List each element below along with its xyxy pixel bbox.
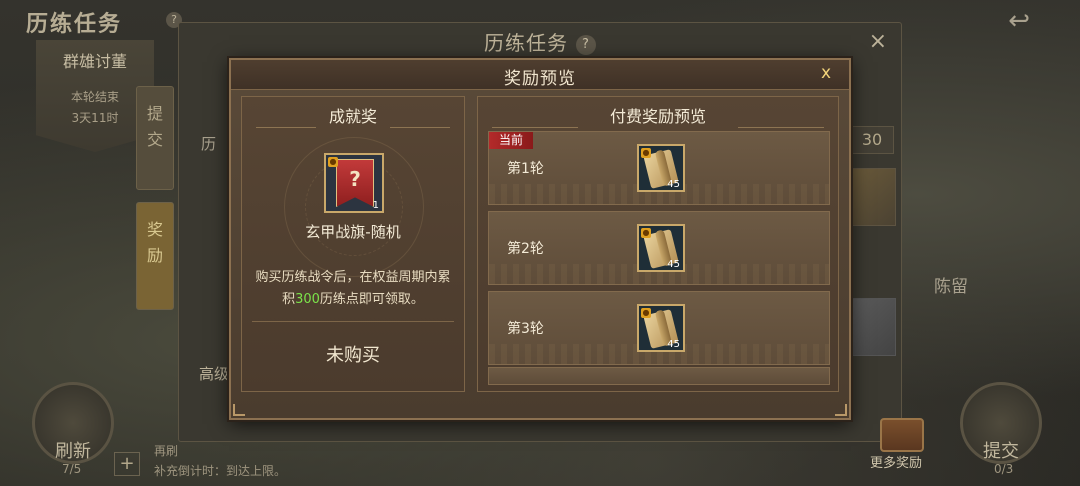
item-quantity: 45 [667, 339, 680, 350]
modal-title: 奖励预览 [504, 69, 576, 89]
refresh-button[interactable]: 刷新 [32, 382, 114, 464]
user-badge-icon: ● [641, 148, 651, 158]
add-refresh-button[interactable]: + [114, 452, 140, 476]
item-quantity: 45 [667, 259, 680, 270]
replenish-countdown: 补充倒计时：到达上限。 [154, 464, 287, 478]
list-item-label-partial: 高级 [199, 365, 230, 383]
frame-corner [233, 404, 245, 416]
reward-scroll-icon [850, 298, 896, 356]
paid-reward-pane: 付费奖励预览 当前 第1轮 ● 45 第2轮 ● 45 第3轮 ● 45 [477, 96, 839, 392]
round-label: 第1轮 [507, 161, 544, 177]
tab-submit[interactable]: 提 交 [136, 86, 174, 190]
list-item: 第3轮 ● 45 [488, 291, 830, 365]
user-badge-icon: ● [641, 308, 651, 318]
divider [738, 127, 824, 128]
panel-title-text: 历练任务 [484, 31, 568, 55]
achievement-reward-pane: 成就奖 ? ● 1 玄甲战旗-随机 购买历练战令后，在权益周期内累积300历练点… [241, 96, 465, 392]
submit-count: 0/3 [994, 462, 1014, 476]
current-round-badge: 当前 [489, 132, 533, 149]
reward-description: 购买历练战令后，在权益周期内累积300历练点即可领取。 [254, 267, 452, 311]
list-item: 当前 第1轮 ● 45 [488, 131, 830, 205]
divider [252, 321, 454, 322]
more-rewards-link[interactable]: 更多奖励 [870, 452, 922, 471]
list-label-partial: 历 [201, 135, 217, 153]
panel-close-icon[interactable]: × [869, 29, 887, 54]
question-mark-icon: ? [349, 167, 361, 191]
frame-corner [835, 404, 847, 416]
list-item: 第2轮 ● 45 [488, 211, 830, 285]
reward-scroll-icon [850, 168, 896, 226]
event-title: 群雄讨董 [62, 52, 127, 71]
refresh-label: 刷新 [55, 441, 91, 462]
scroll-reward-icon[interactable]: ● 45 [637, 144, 685, 192]
treasure-chest-icon[interactable] [880, 418, 924, 452]
modal-header: 奖励预览 x [231, 60, 849, 90]
refresh-hint: 再刷 [154, 444, 179, 458]
scroll-reward-icon[interactable]: ● 45 [637, 224, 685, 272]
scroll-reward-icon[interactable]: ● 45 [637, 304, 685, 352]
desc-suffix: 历练点即可领取。 [319, 292, 424, 307]
achievement-heading: 成就奖 [328, 107, 377, 126]
tab-rewards[interactable]: 奖 励 [136, 202, 174, 310]
divider [492, 127, 578, 128]
level-value: 30 [850, 126, 894, 154]
list-item-partial [488, 367, 830, 385]
war-banner-reward-icon[interactable]: ? ● 1 [324, 153, 384, 213]
tab-rewards-label: 奖 励 [146, 220, 163, 265]
user-badge-icon: ● [328, 157, 338, 167]
item-quantity: 45 [667, 179, 680, 190]
round-label: 第3轮 [507, 321, 544, 337]
divider [256, 127, 316, 128]
submit-label: 提交 [983, 441, 1019, 462]
desc-highlight-points: 300 [295, 292, 320, 307]
divider [390, 127, 450, 128]
refresh-count: 7/5 [62, 462, 82, 476]
reward-item-name: 玄甲战旗-随机 [305, 223, 401, 241]
tab-submit-label: 提 交 [146, 104, 163, 149]
item-quantity: 1 [372, 200, 379, 211]
reward-preview-modal: 奖励预览 x 成就奖 ? ● 1 玄甲战旗-随机 购买历练战令后，在权益周期内累… [229, 58, 851, 420]
background-page-title: 历练任务 [26, 11, 123, 37]
round-label: 第2轮 [507, 241, 544, 257]
map-city-label: 陈留 [934, 277, 968, 297]
user-badge-icon: ● [641, 228, 651, 238]
back-arrow-icon[interactable]: ↩ [1008, 6, 1030, 36]
paid-reward-heading: 付费奖励预览 [609, 107, 706, 126]
panel-help-icon[interactable]: ? [576, 35, 596, 55]
purchase-status: 未购买 [326, 345, 380, 366]
submit-button[interactable]: 提交 [960, 382, 1042, 464]
panel-title: 历练任务? [179, 27, 901, 56]
close-icon[interactable]: x [821, 63, 831, 83]
